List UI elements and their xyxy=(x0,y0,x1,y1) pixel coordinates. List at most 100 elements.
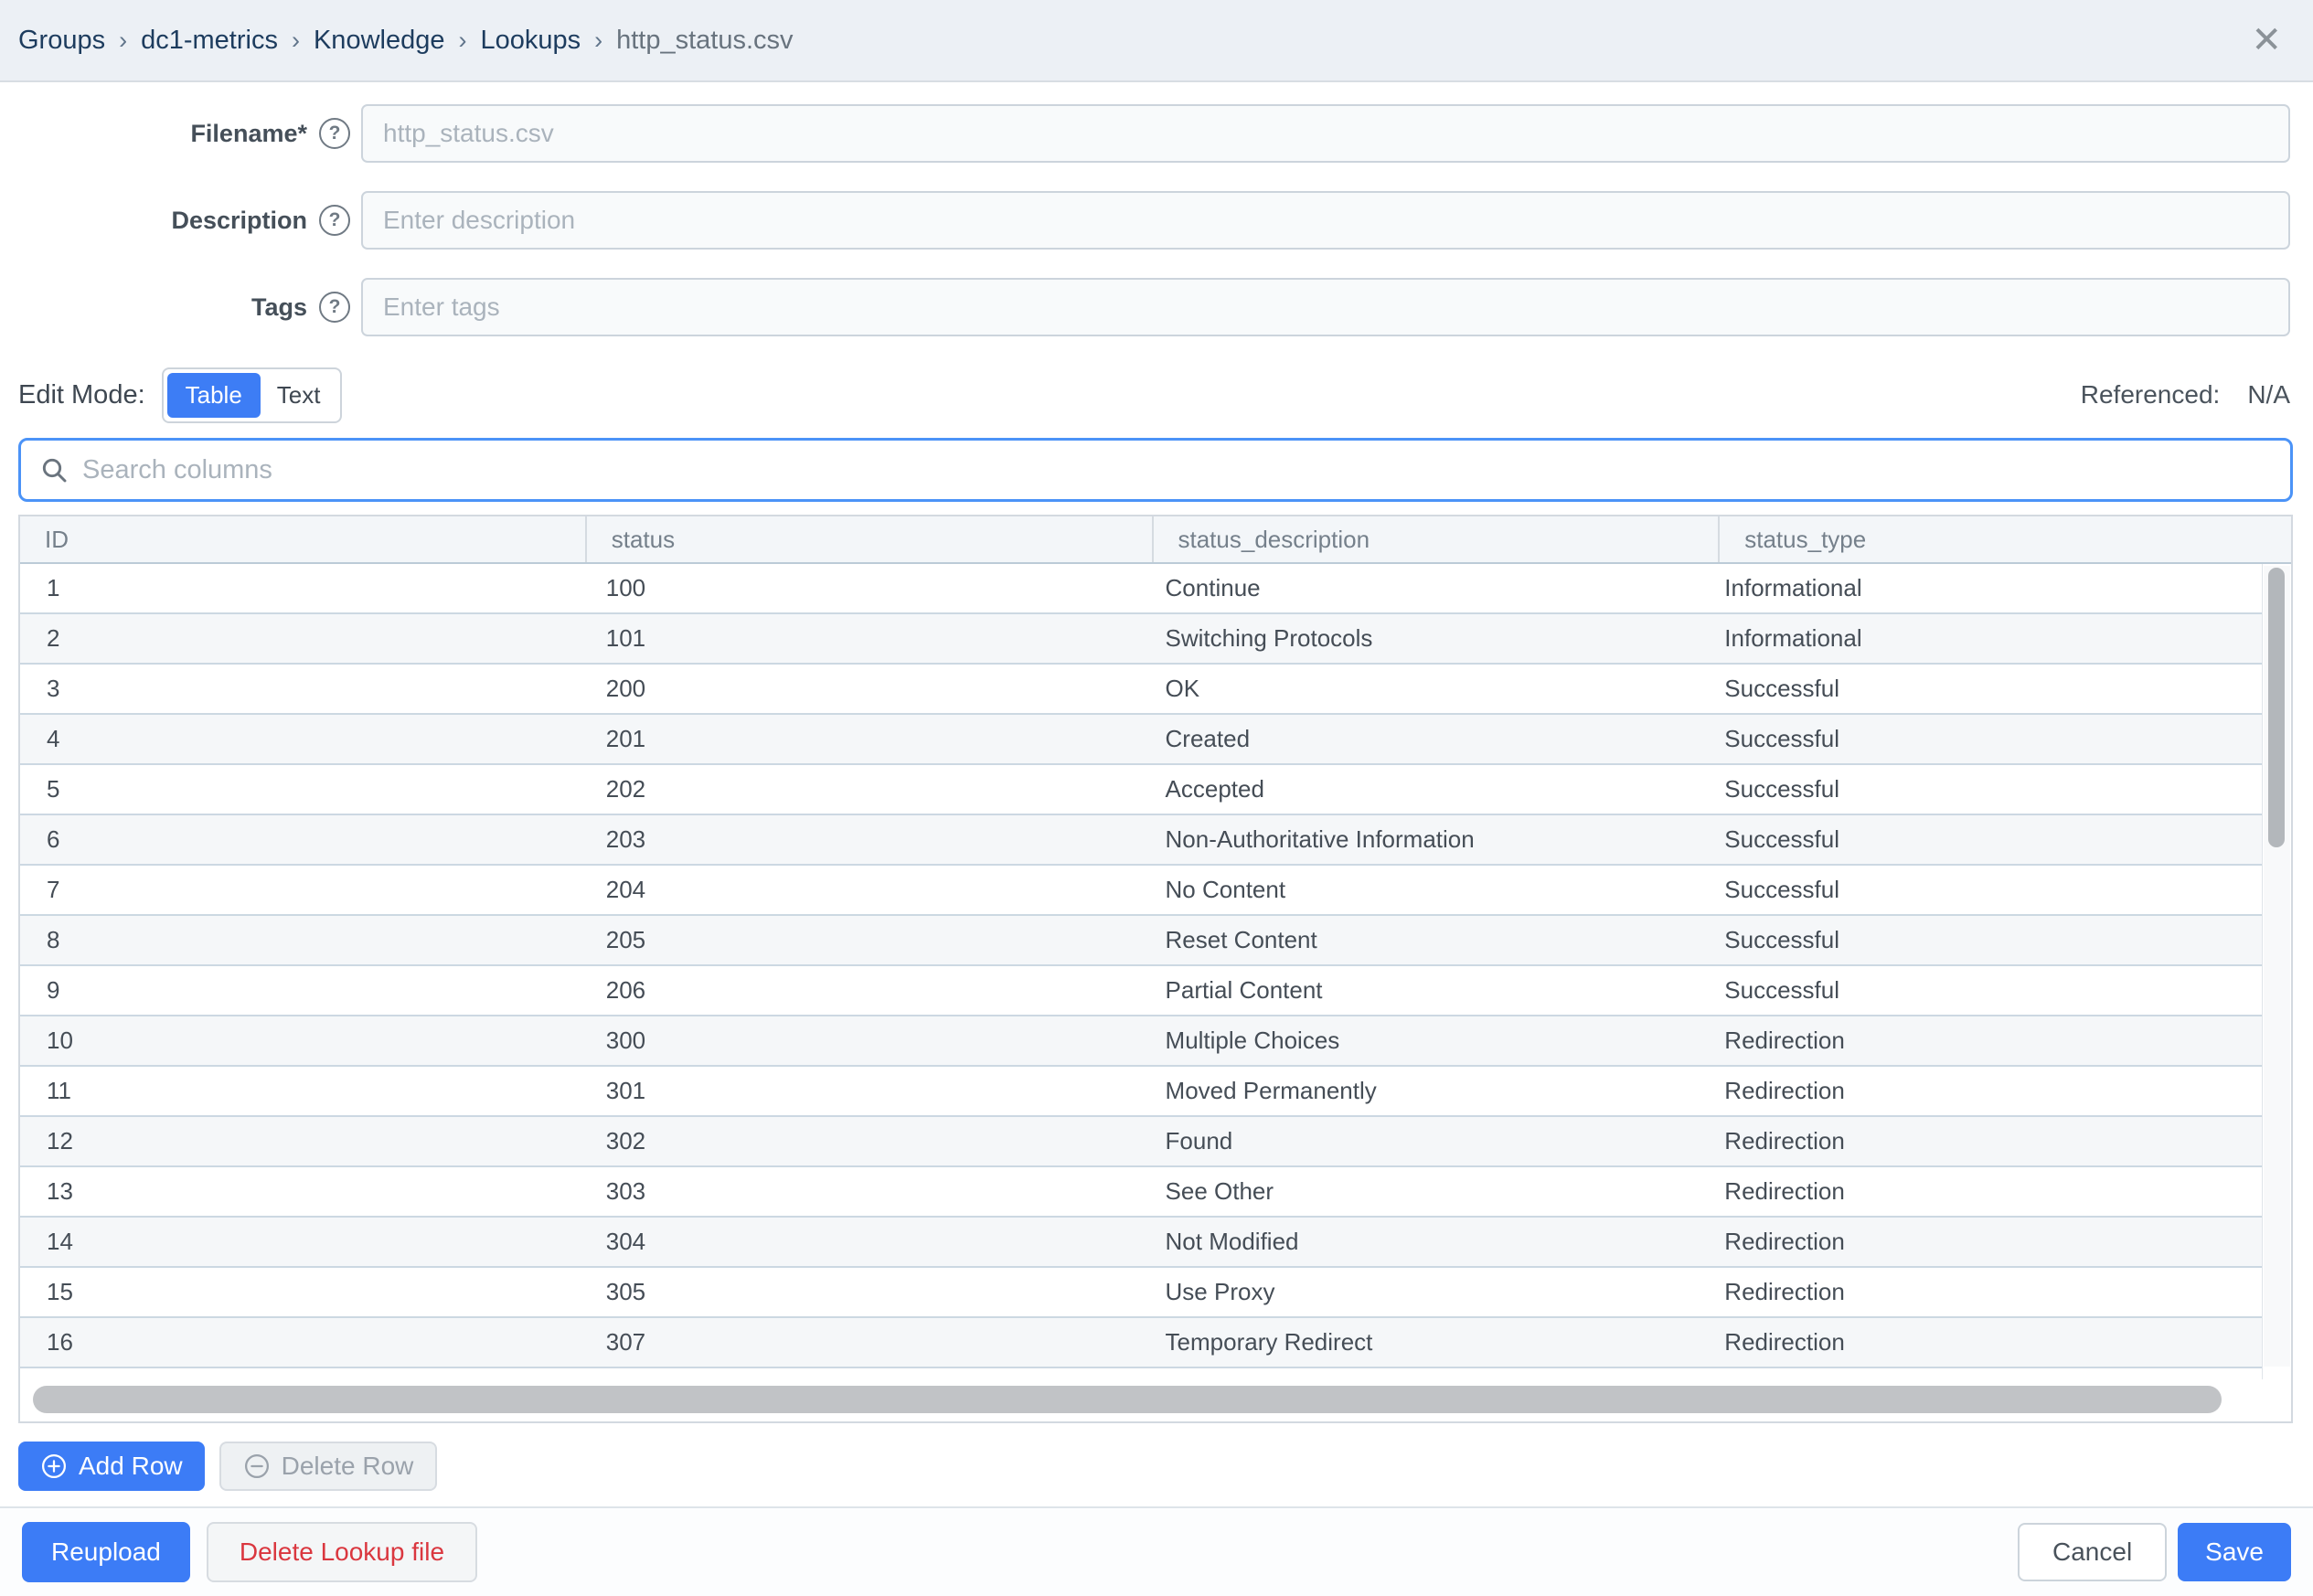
table-row[interactable]: 15305Use ProxyRedirection xyxy=(20,1268,2262,1318)
table-cell[interactable]: 205 xyxy=(580,916,1139,964)
table-row[interactable]: 11301Moved PermanentlyRedirection xyxy=(20,1067,2262,1117)
table-cell[interactable]: 10 xyxy=(20,1016,580,1065)
horizontal-scrollbar[interactable] xyxy=(20,1379,2291,1421)
table-cell[interactable]: 1 xyxy=(20,564,580,612)
breadcrumb-link-knowledge[interactable]: Knowledge xyxy=(314,26,445,56)
table-cell[interactable]: Found xyxy=(1139,1117,1699,1165)
table-cell[interactable]: 204 xyxy=(580,866,1139,914)
table-cell[interactable]: 304 xyxy=(580,1218,1139,1266)
help-icon[interactable]: ? xyxy=(319,292,350,323)
table-cell[interactable]: Redirection xyxy=(1698,1167,2257,1216)
filename-field[interactable] xyxy=(361,104,2290,163)
table-cell[interactable]: 202 xyxy=(580,765,1139,814)
table-row[interactable]: 9206Partial ContentSuccessful xyxy=(20,966,2262,1016)
search-columns-input[interactable] xyxy=(82,455,2272,485)
save-button[interactable]: Save xyxy=(2178,1523,2291,1581)
table-row[interactable]: 6203Non-Authoritative InformationSuccess… xyxy=(20,815,2262,866)
add-row-button[interactable]: Add Row xyxy=(18,1442,205,1491)
table-cell[interactable]: 4 xyxy=(20,715,580,763)
table-cell[interactable]: 303 xyxy=(580,1167,1139,1216)
table-cell[interactable]: 15 xyxy=(20,1268,580,1316)
tags-field[interactable] xyxy=(361,278,2290,336)
table-cell[interactable]: Moved Permanently xyxy=(1139,1067,1699,1115)
table-cell[interactable]: 11 xyxy=(20,1067,580,1115)
table-row[interactable]: 12302FoundRedirection xyxy=(20,1117,2262,1167)
table-cell[interactable]: 101 xyxy=(580,614,1139,663)
table-row[interactable]: 4201CreatedSuccessful xyxy=(20,715,2262,765)
table-cell[interactable]: Informational xyxy=(1698,614,2257,663)
vertical-scrollbar[interactable] xyxy=(2264,566,2290,1367)
table-row[interactable]: 5202AcceptedSuccessful xyxy=(20,765,2262,815)
table-cell[interactable]: Successful xyxy=(1698,966,2257,1015)
description-field[interactable] xyxy=(361,191,2290,250)
table-cell[interactable]: Successful xyxy=(1698,916,2257,964)
table-cell[interactable]: Redirection xyxy=(1698,1218,2257,1266)
column-header-id[interactable]: ID xyxy=(20,516,587,562)
table-cell[interactable]: 7 xyxy=(20,866,580,914)
table-row[interactable]: 10300Multiple ChoicesRedirection xyxy=(20,1016,2262,1067)
cancel-button[interactable]: Cancel xyxy=(2018,1523,2167,1581)
table-cell[interactable]: Redirection xyxy=(1698,1268,2257,1316)
table-cell[interactable]: 100 xyxy=(580,564,1139,612)
table-row[interactable]: 3200OKSuccessful xyxy=(20,665,2262,715)
table-cell[interactable]: 206 xyxy=(580,966,1139,1015)
table-cell[interactable]: Redirection xyxy=(1698,1016,2257,1065)
table-cell[interactable]: 5 xyxy=(20,765,580,814)
table-row[interactable]: 7204No ContentSuccessful xyxy=(20,866,2262,916)
table-cell[interactable]: Not Modified xyxy=(1139,1218,1699,1266)
table-cell[interactable]: 9 xyxy=(20,966,580,1015)
edit-mode-text-button[interactable]: Text xyxy=(261,373,337,418)
table-cell[interactable]: 307 xyxy=(580,1318,1139,1367)
table-cell[interactable]: 200 xyxy=(580,665,1139,713)
edit-mode-table-button[interactable]: Table xyxy=(167,373,261,418)
column-header-status-type[interactable]: status_type xyxy=(1720,516,2286,562)
table-cell[interactable]: Successful xyxy=(1698,665,2257,713)
table-cell[interactable]: 302 xyxy=(580,1117,1139,1165)
table-cell[interactable]: Non-Authoritative Information xyxy=(1139,815,1699,864)
reupload-button[interactable]: Reupload xyxy=(22,1522,190,1582)
table-cell[interactable]: 203 xyxy=(580,815,1139,864)
table-cell[interactable]: 3 xyxy=(20,665,580,713)
table-cell[interactable]: No Content xyxy=(1139,866,1699,914)
table-cell[interactable]: Redirection xyxy=(1698,1117,2257,1165)
breadcrumb-link-lookups[interactable]: Lookups xyxy=(480,26,581,56)
table-cell[interactable]: Redirection xyxy=(1698,1067,2257,1115)
table-cell[interactable]: Successful xyxy=(1698,815,2257,864)
table-cell[interactable]: Successful xyxy=(1698,866,2257,914)
table-cell[interactable]: Informational xyxy=(1698,564,2257,612)
table-row[interactable]: 8205Reset ContentSuccessful xyxy=(20,916,2262,966)
table-cell[interactable]: 14 xyxy=(20,1218,580,1266)
table-cell[interactable]: 300 xyxy=(580,1016,1139,1065)
table-cell[interactable]: OK xyxy=(1139,665,1699,713)
column-header-status-description[interactable]: status_description xyxy=(1154,516,1721,562)
table-cell[interactable]: Continue xyxy=(1139,564,1699,612)
table-cell[interactable]: 13 xyxy=(20,1167,580,1216)
table-cell[interactable]: 305 xyxy=(580,1268,1139,1316)
horizontal-scrollbar-thumb[interactable] xyxy=(33,1386,2222,1413)
help-icon[interactable]: ? xyxy=(319,205,350,236)
table-row[interactable]: 13303See OtherRedirection xyxy=(20,1167,2262,1218)
table-cell[interactable]: Temporary Redirect xyxy=(1139,1318,1699,1367)
table-cell[interactable]: Redirection xyxy=(1698,1318,2257,1367)
table-cell[interactable]: 16 xyxy=(20,1318,580,1367)
table-cell[interactable]: Partial Content xyxy=(1139,966,1699,1015)
table-cell[interactable]: Successful xyxy=(1698,765,2257,814)
table-cell[interactable]: Created xyxy=(1139,715,1699,763)
table-cell[interactable]: 6 xyxy=(20,815,580,864)
breadcrumb-link-groups[interactable]: Groups xyxy=(18,26,105,56)
table-cell[interactable]: See Other xyxy=(1139,1167,1699,1216)
delete-lookup-file-button[interactable]: Delete Lookup file xyxy=(207,1522,477,1582)
delete-row-button[interactable]: Delete Row xyxy=(219,1442,438,1491)
table-cell[interactable]: Switching Protocols xyxy=(1139,614,1699,663)
table-cell[interactable]: 12 xyxy=(20,1117,580,1165)
table-row[interactable]: 14304Not ModifiedRedirection xyxy=(20,1218,2262,1268)
table-row[interactable]: 16307Temporary RedirectRedirection xyxy=(20,1318,2262,1368)
table-cell[interactable]: Multiple Choices xyxy=(1139,1016,1699,1065)
breadcrumb-link-group-name[interactable]: dc1-metrics xyxy=(141,26,278,56)
table-cell[interactable]: Accepted xyxy=(1139,765,1699,814)
table-row[interactable]: 2101Switching ProtocolsInformational xyxy=(20,614,2262,665)
table-row[interactable]: 1100ContinueInformational xyxy=(20,564,2262,614)
column-header-status[interactable]: status xyxy=(587,516,1154,562)
help-icon[interactable]: ? xyxy=(319,118,350,149)
table-cell[interactable]: 201 xyxy=(580,715,1139,763)
